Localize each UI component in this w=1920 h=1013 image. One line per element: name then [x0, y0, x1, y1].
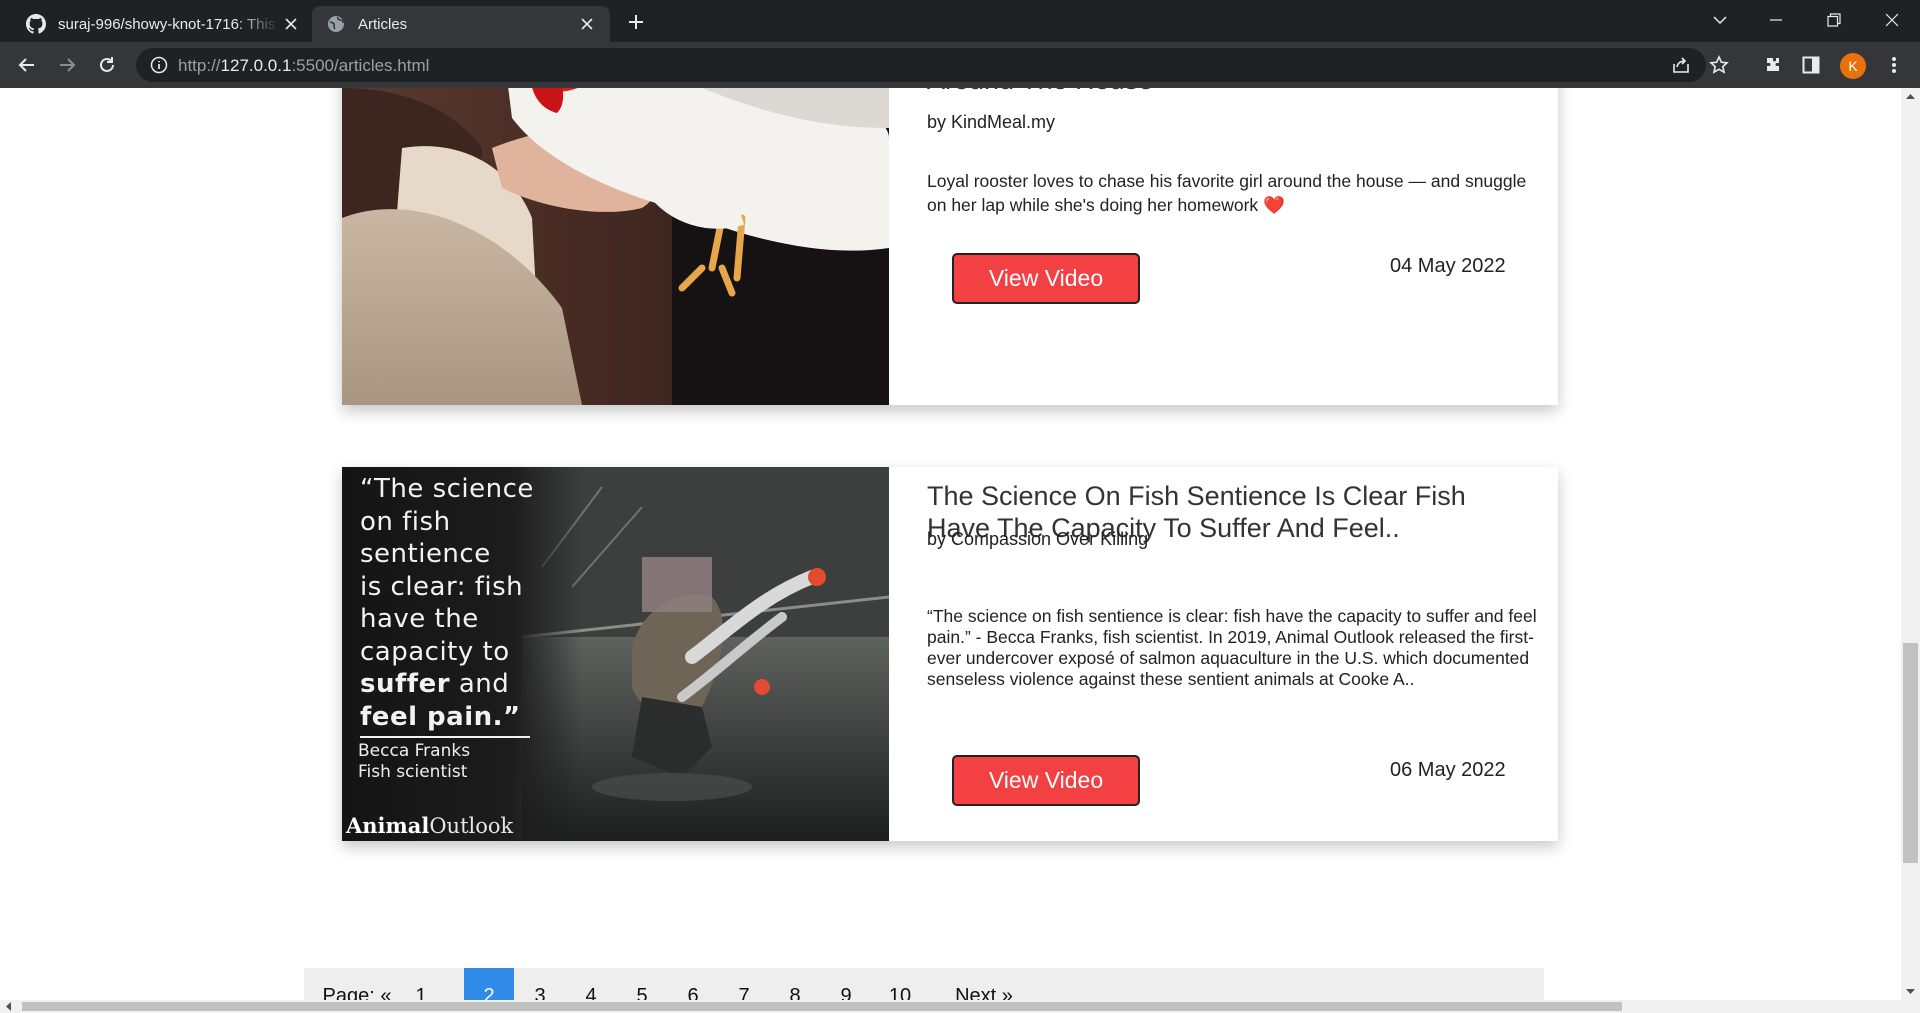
reload-icon	[100, 57, 114, 72]
star-icon[interactable]	[1708, 54, 1730, 76]
page-link-6[interactable]: 6	[668, 968, 718, 1000]
tab-github[interactable]: suraj-996/showy-knot-1716: This is a	[12, 6, 314, 42]
article-body: The Science On Fish Sentience Is Clear F…	[927, 467, 1537, 841]
scroll-left-icon[interactable]	[2, 1000, 16, 1013]
share-icon[interactable]	[1670, 54, 1692, 76]
arrow-left-icon	[18, 58, 34, 72]
arrow-right-icon	[60, 58, 76, 72]
quote-divider	[360, 736, 530, 738]
url-text[interactable]: http://127.0.0.1:5500/articles.html	[178, 56, 429, 76]
chevron-down-icon	[1713, 16, 1727, 25]
new-tab-button[interactable]	[622, 8, 650, 36]
quote-line: capacity to	[360, 636, 510, 667]
tab-articles[interactable]: Articles	[312, 6, 610, 42]
restore-button[interactable]	[1806, 0, 1862, 40]
quote-line: “The science	[360, 474, 534, 504]
article-description: Loyal rooster loves to chase his favorit…	[927, 169, 1537, 218]
article-date: 04 May 2022	[1390, 255, 1506, 277]
info-icon[interactable]	[150, 56, 168, 74]
article-author: by KindMeal.my	[927, 112, 1056, 132]
page-link-7[interactable]: 7	[719, 968, 769, 1000]
forward-button[interactable]	[52, 50, 82, 80]
view-video-button[interactable]: View Video	[952, 253, 1140, 304]
horizontal-scroll-thumb[interactable]	[22, 1002, 1622, 1011]
article-author: by Compassion Over Killing	[927, 529, 1149, 549]
article-description-text: Loyal rooster loves to chase his favorit…	[927, 171, 1527, 215]
restore-icon	[1827, 13, 1841, 27]
quote-attribution: Becca Franks Fish scientist	[358, 741, 470, 783]
globe-icon	[328, 16, 344, 32]
pagination-prev[interactable]: Page: «	[318, 968, 396, 1000]
tab-title: Articles	[358, 15, 408, 33]
browser-toolbar: http://127.0.0.1:5500/articles.html K	[0, 42, 1920, 88]
tab-search-button[interactable]	[1692, 0, 1748, 40]
logo-light: Outlook	[429, 814, 514, 838]
back-button[interactable]	[12, 50, 42, 80]
url-path: :5500/articles.html	[291, 56, 430, 75]
close-icon	[1885, 13, 1899, 27]
article-card: Around The House by KindMeal.my Loyal ro…	[342, 88, 1558, 405]
page-link-1[interactable]: 1	[396, 968, 446, 1000]
quote-line: have the	[360, 604, 479, 634]
article-image	[342, 88, 889, 405]
article-date: 06 May 2022	[1390, 759, 1506, 781]
close-icon[interactable]	[280, 13, 302, 35]
pagination: Page: « 1 2 3 4 5 6 7 8 9 10 Next »	[304, 968, 1544, 1000]
page-viewport: Around The House by KindMeal.my Loyal ro…	[0, 88, 1901, 1000]
avatar[interactable]: K	[1840, 53, 1866, 79]
article-description: “The science on fish sentience is clear:…	[927, 606, 1537, 689]
logo-bold: Animal	[346, 813, 430, 838]
quote-line: is clear: fish	[360, 571, 524, 602]
quote-line: on fish	[360, 506, 451, 537]
article-card: “The science on fish sentience is clear:…	[342, 467, 1558, 841]
article-image: “The science on fish sentience is clear:…	[342, 467, 889, 841]
pagination-next[interactable]: Next »	[944, 968, 1024, 1000]
address-bar[interactable]: http://127.0.0.1:5500/articles.html	[136, 48, 1729, 82]
vertical-scrollbar[interactable]	[1901, 88, 1920, 1000]
quote-person: Becca Franks	[358, 741, 471, 761]
view-video-button[interactable]: View Video	[952, 755, 1140, 806]
close-icon[interactable]	[576, 13, 598, 35]
fish-photo: “The science on fish sentience is clear:…	[342, 467, 889, 841]
page-link-3[interactable]: 3	[515, 968, 565, 1000]
page-link-5[interactable]: 5	[617, 968, 667, 1000]
quote-role: Fish scientist	[358, 762, 468, 782]
page-link-8[interactable]: 8	[770, 968, 820, 1000]
page-link-2-current[interactable]: 2	[464, 968, 514, 1000]
quote-line: suffer	[360, 669, 451, 699]
close-window-button[interactable]	[1864, 0, 1920, 40]
fish-image-quote: “The science on fish sentience is clear:…	[360, 473, 534, 733]
vertical-scroll-thumb[interactable]	[1903, 643, 1918, 863]
quote-line: and	[450, 669, 510, 699]
horizontal-scrollbar[interactable]	[0, 1000, 1920, 1013]
page-link-4[interactable]: 4	[566, 968, 616, 1000]
minimize-icon	[1770, 19, 1782, 21]
minimize-button[interactable]	[1748, 0, 1804, 40]
tab-strip: suraj-996/showy-knot-1716: This is a Art…	[0, 0, 1920, 42]
quote-line: feel pain.”	[360, 701, 521, 732]
url-host: 127.0.0.1	[220, 56, 292, 75]
heart-icon: ❤️	[1263, 196, 1285, 216]
quote-line: sentience	[360, 539, 491, 569]
page-link-10[interactable]: 10	[872, 968, 928, 1000]
github-icon	[26, 14, 46, 34]
page-link-9[interactable]: 9	[821, 968, 871, 1000]
plus-icon	[629, 15, 643, 29]
tab-title: suraj-996/showy-knot-1716: This is a	[58, 15, 280, 33]
article-body: Around The House by KindMeal.my Loyal ro…	[927, 88, 1527, 405]
animal-outlook-logo: AnimalOutlook	[346, 813, 513, 838]
url-scheme: http://	[178, 56, 221, 75]
scroll-down-icon[interactable]	[1901, 984, 1920, 998]
menu-kebab-icon[interactable]	[1881, 52, 1907, 78]
article-title[interactable]: Around The House	[927, 88, 1153, 96]
reload-button[interactable]	[92, 50, 122, 80]
side-panel-icon[interactable]	[1798, 52, 1824, 78]
extensions-icon[interactable]	[1760, 52, 1786, 78]
scroll-up-icon[interactable]	[1901, 90, 1920, 104]
rooster-photo	[342, 88, 889, 405]
